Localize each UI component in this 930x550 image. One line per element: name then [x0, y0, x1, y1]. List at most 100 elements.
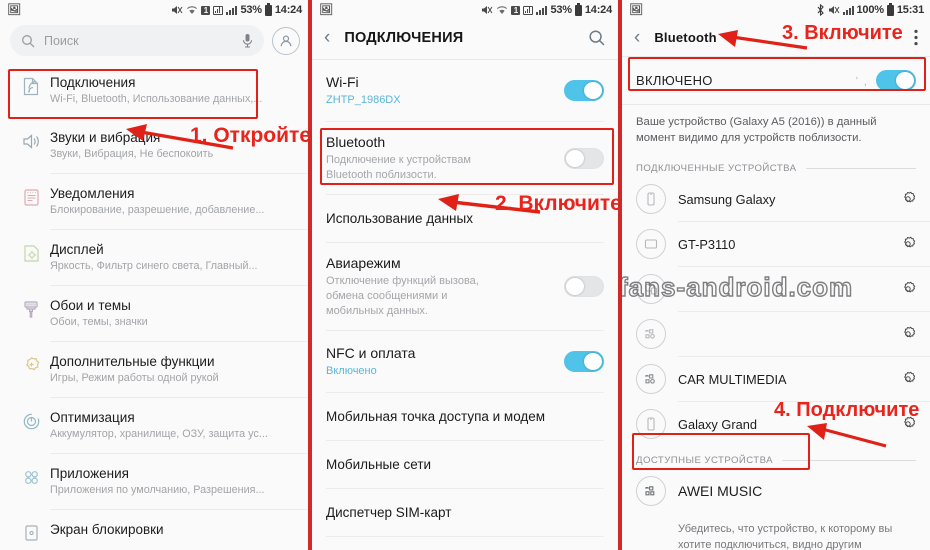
- phone-icon: [636, 409, 666, 439]
- annotation-label-4: 4. Подключите: [774, 399, 920, 421]
- setting-row-airplane[interactable]: Авиарежим Отключение функций вызова, обм…: [312, 243, 618, 330]
- setting-row-mobile-networks[interactable]: Мобильные сети: [312, 441, 618, 488]
- bluetooth-power-toggle[interactable]: [876, 70, 916, 91]
- device-row[interactable]: GT-P3110: [622, 222, 930, 266]
- mute-icon: [481, 5, 493, 15]
- sidebar-item-apps[interactable]: Приложения Приложения по умолчанию, Разр…: [0, 454, 308, 509]
- setting-title: Bluetooth: [326, 134, 386, 150]
- gear-icon[interactable]: [900, 191, 916, 207]
- signal-icon: [523, 5, 534, 15]
- app-header: ‹ ПОДКЛЮЧЕНИЯ: [312, 20, 618, 59]
- sidebar-item-label: Дисплей: [50, 242, 104, 257]
- lockscreen-icon: [12, 521, 50, 544]
- sidebar-item-label: Подключения: [50, 75, 136, 90]
- sidebar-item-display[interactable]: Дисплей Яркость, Фильтр синего света, Гл…: [0, 230, 308, 285]
- annotation-label-1: 1. Откройте: [190, 124, 310, 147]
- setting-row-hotspot[interactable]: Мобильная точка доступа и модем: [312, 393, 618, 440]
- search-placeholder: Поиск: [44, 33, 79, 48]
- battery-percent: 53%: [240, 4, 262, 16]
- device-row[interactable]: [622, 312, 930, 356]
- sidebar-item-optimization[interactable]: Оптимизация Аккумулятор, хранилище, ОЗУ,…: [0, 398, 308, 453]
- battery-percent: 53%: [550, 4, 572, 16]
- sidebar-item-lockscreen[interactable]: Экран блокировки: [0, 510, 308, 550]
- device-row[interactable]: [622, 267, 930, 311]
- status-bar: 🖼 1 53% 14:24: [0, 0, 308, 20]
- setting-row-bluetooth[interactable]: Bluetooth Подключение к устройствам Blue…: [312, 122, 618, 194]
- bluetooth-power-row[interactable]: ВКЛЮЧЕНО ‘ ,: [622, 57, 930, 104]
- sidebar-item-advanced[interactable]: Дополнительные функции Игры, Режим работ…: [0, 342, 308, 397]
- clock: 15:31: [896, 4, 924, 16]
- sidebar-item-sub: Аккумулятор, хранилище, ОЗУ, защита ус..…: [50, 428, 268, 440]
- sidebar-item-notifications[interactable]: Уведомления Блокирование, разрешение, до…: [0, 174, 308, 229]
- sim1-icon: 1: [511, 5, 521, 15]
- section-label: ПОДКЛЮЧЕННЫЕ УСТРОЙСТВА: [636, 163, 797, 174]
- tablet-icon: [636, 229, 666, 259]
- device-name: CAR MULTIMEDIA: [678, 371, 787, 387]
- more-icon[interactable]: [914, 29, 918, 46]
- sidebar-item-label: Оптимизация: [50, 410, 135, 425]
- back-icon[interactable]: ‹: [324, 28, 330, 47]
- display-icon: [12, 241, 50, 264]
- sidebar-item-sub: Блокирование, разрешение, добавление...: [50, 204, 265, 216]
- sim1-icon: 1: [201, 5, 211, 15]
- loading-icon: ‘ ,: [855, 73, 868, 88]
- avatar[interactable]: [272, 26, 300, 55]
- sidebar-item-connections[interactable]: Подключения Wi-Fi, Bluetooth, Использова…: [0, 63, 308, 118]
- cast-icon: [636, 274, 666, 304]
- sidebar-item-sub: Звуки, Вибрация, Не беспокоить: [50, 148, 214, 160]
- gear-icon[interactable]: [900, 326, 916, 342]
- image-icon: 🖼: [7, 3, 21, 16]
- sound-icon: [12, 129, 50, 152]
- status-bar: 🖼 100% 15:31: [622, 0, 930, 20]
- sidebar-item-sub: Обои, темы, значки: [50, 316, 148, 328]
- battery-icon: [264, 2, 272, 16]
- panel-settings: 🖼 1 53% 14:24 Поиск Подключения Wi-Fi, B…: [0, 0, 310, 550]
- airplane-toggle[interactable]: [564, 276, 604, 297]
- search-input[interactable]: Поиск: [10, 25, 264, 56]
- device-name: Samsung Galaxy: [678, 191, 776, 207]
- panel-connections: 🖼 1 53% 14:24 ‹ ПОДКЛЮЧЕНИЯ Wi-Fi ZHTP_1…: [310, 0, 620, 550]
- setting-row-nfc[interactable]: NFC и оплата Включено: [312, 331, 618, 392]
- device-row[interactable]: Samsung Galaxy: [622, 177, 930, 221]
- wifi-icon: [496, 5, 508, 15]
- device-row-available[interactable]: AWEI MUSIC: [622, 469, 930, 513]
- clock: 14:24: [584, 4, 612, 16]
- wifi-icon: [186, 5, 198, 15]
- gear-icon[interactable]: [900, 281, 916, 297]
- sidebar-item-label: Приложения: [50, 466, 129, 481]
- bluetooth-toggle[interactable]: [564, 147, 604, 169]
- setting-title: NFC и оплата: [326, 345, 416, 361]
- back-icon[interactable]: ‹: [634, 28, 640, 47]
- setting-subtitle: Включено: [326, 365, 377, 377]
- gear-icon[interactable]: [900, 371, 916, 387]
- setting-row-sim-manager[interactable]: Диспетчер SIM-карт: [312, 489, 618, 536]
- sidebar-item-label: Дополнительные функции: [50, 354, 215, 369]
- sidebar-item-label: Уведомления: [50, 186, 135, 201]
- battery-icon: [886, 2, 894, 16]
- wifi-toggle[interactable]: [564, 80, 604, 101]
- section-available-devices: ДОСТУПНЫЕ УСТРОЙСТВА: [622, 446, 930, 469]
- page-title: ПОДКЛЮЧЕНИЯ: [344, 29, 464, 46]
- setting-row-wifi[interactable]: Wi-Fi ZHTP_1986DX: [312, 60, 618, 121]
- mic-icon[interactable]: [242, 33, 253, 48]
- search-icon[interactable]: [588, 29, 606, 47]
- bluetooth-power-label: ВКЛЮЧЕНО: [636, 73, 713, 88]
- nfc-toggle[interactable]: [564, 351, 604, 372]
- setting-title: Wi-Fi: [326, 74, 359, 90]
- panel-bluetooth: 🖼 100% 15:31 ‹ Bluetooth ВКЛЮЧЕНО ‘ , Ва…: [620, 0, 930, 550]
- battery-icon: [574, 2, 582, 16]
- account-icon: [280, 34, 292, 46]
- gear-icon[interactable]: [900, 236, 916, 252]
- device-row[interactable]: CAR MULTIMEDIA: [622, 357, 930, 401]
- mute-icon: [828, 5, 840, 15]
- device-name: GT-P3110: [678, 236, 736, 252]
- apps-icon: [12, 465, 50, 488]
- sidebar-item-sub: Игры, Режим работы одной рукой: [50, 372, 219, 384]
- divider: [326, 536, 604, 537]
- signal-icon: [213, 5, 224, 15]
- sidebar-item-wallpaper[interactable]: Обои и темы Обои, темы, значки: [0, 286, 308, 341]
- setting-subtitle: ZHTP_1986DX: [326, 94, 401, 106]
- availability-hint: Убедитесь, что устройство, к которому вы…: [678, 523, 893, 550]
- section-label: ДОСТУПНЫЕ УСТРОЙСТВА: [636, 455, 773, 466]
- optimization-icon: [12, 409, 50, 432]
